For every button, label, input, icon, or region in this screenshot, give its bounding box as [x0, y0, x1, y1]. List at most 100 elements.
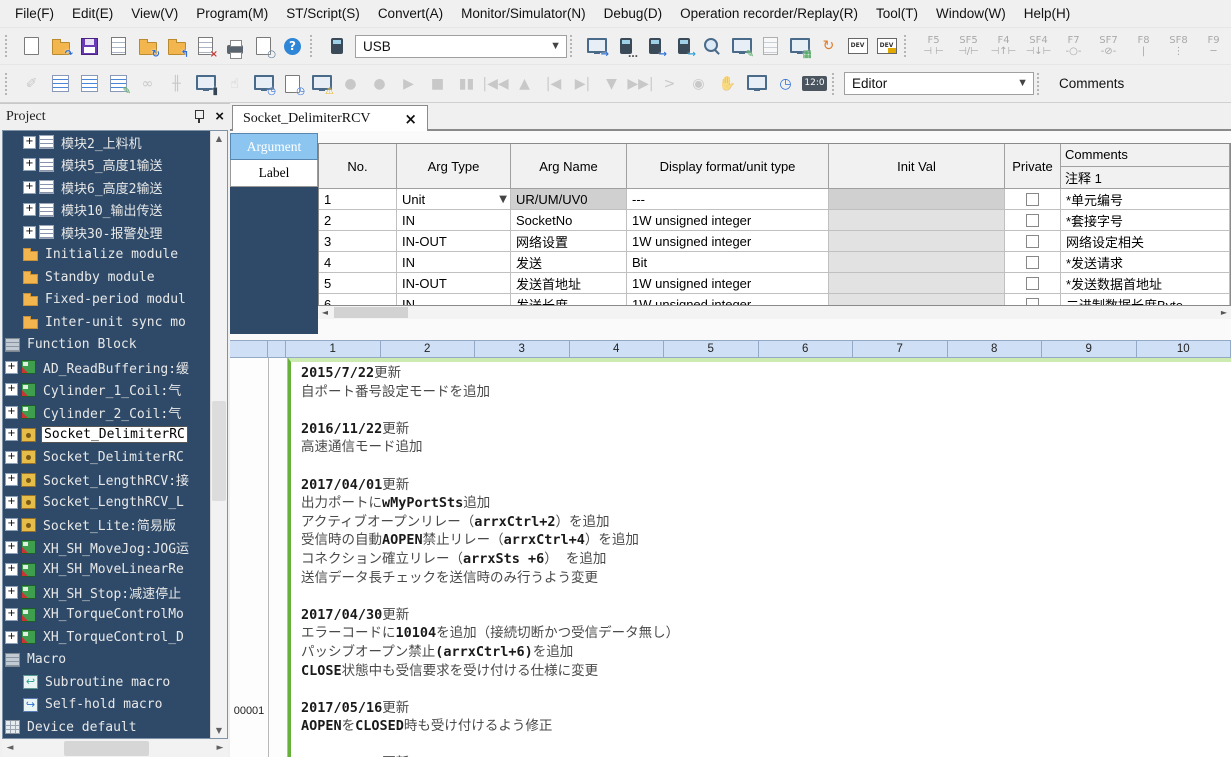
transfer-setting-button[interactable]: →	[582, 32, 611, 61]
cell-arg-name[interactable]: 发送首地址	[511, 273, 627, 294]
private-checkbox[interactable]	[1026, 256, 1039, 269]
tree-item-8[interactable]: Inter-unit sync mo	[3, 311, 227, 334]
tree-item-11[interactable]: Cylinder_1_Coil:气	[3, 379, 227, 402]
label-list-button[interactable]	[75, 69, 104, 98]
tab-close-icon[interactable]: ×	[404, 110, 417, 128]
print-preview-button[interactable]: ○	[249, 32, 278, 61]
new-ladder-button[interactable]	[104, 32, 133, 61]
mode-select[interactable]: Editor ▼	[844, 72, 1034, 95]
trace-button[interactable]: ◷	[278, 69, 307, 98]
import-ladder-button[interactable]: ↰	[162, 32, 191, 61]
new-file-button[interactable]	[17, 32, 46, 61]
expand-icon[interactable]	[23, 203, 36, 216]
cell-arg-type[interactable]: IN-OUT	[397, 231, 511, 252]
read-from-plc-button[interactable]: →	[669, 32, 698, 61]
cell-arg-name[interactable]: 网络设置	[511, 231, 627, 252]
cell-display-format[interactable]: ---	[627, 189, 829, 210]
verify-button[interactable]	[698, 32, 727, 61]
private-checkbox[interactable]	[1026, 193, 1039, 206]
tree-item-16[interactable]: Socket_LengthRCV_L	[3, 491, 227, 514]
expand-icon[interactable]	[23, 158, 36, 171]
tree-item-15[interactable]: Socket_LengthRCV:接	[3, 469, 227, 492]
menu-item-file[interactable]: File(F)	[6, 3, 63, 24]
scrollbar-thumb[interactable]	[64, 741, 149, 756]
target-device-button[interactable]	[322, 32, 351, 61]
cell-comment[interactable]: *套接字号	[1061, 210, 1230, 231]
cell-display-format[interactable]: 1W unsigned integer	[627, 273, 829, 294]
menu-item-monitorsimulator[interactable]: Monitor/Simulator(N)	[452, 3, 595, 24]
time-display-button[interactable]: 12:0	[800, 69, 829, 98]
menu-item-help[interactable]: Help(H)	[1015, 3, 1080, 24]
cell-comment[interactable]: 二进制数据长度Byte	[1061, 294, 1230, 306]
menu-item-tool[interactable]: Tool(T)	[867, 3, 927, 24]
cell-comment[interactable]: *发送请求	[1061, 252, 1230, 273]
tree-item-14[interactable]: Socket_DelimiterRC	[3, 446, 227, 469]
tree-item-4[interactable]: 模块30-报警处理	[3, 221, 227, 244]
tree-item-0[interactable]: 模块2_上料机	[3, 131, 227, 154]
menu-item-program[interactable]: Program(M)	[187, 3, 277, 24]
close-icon[interactable]: ×	[215, 109, 224, 125]
expand-icon[interactable]	[5, 541, 18, 554]
cell-display-format[interactable]: 1W unsigned integer	[627, 294, 829, 306]
expand-icon[interactable]	[5, 631, 18, 644]
tree-item-18[interactable]: XH_SH_MoveJog:JOG运	[3, 536, 227, 559]
argument-table-horizontal-scrollbar[interactable]: ◄ ►	[318, 306, 1231, 319]
tree-item-24[interactable]: Subroutine macro	[3, 671, 227, 694]
cell-init-val[interactable]	[829, 294, 1005, 306]
cell-no[interactable]: 1	[319, 189, 397, 210]
cell-no[interactable]: 3	[319, 231, 397, 252]
cell-arg-name[interactable]: SocketNo	[511, 210, 627, 231]
expand-icon[interactable]	[23, 136, 36, 149]
tree-item-6[interactable]: Standby module	[3, 266, 227, 289]
scroll-up-icon[interactable]: ▲	[211, 131, 227, 146]
cell-init-val[interactable]	[829, 231, 1005, 252]
scroll-left-icon[interactable]: ◄	[2, 740, 18, 757]
chevron-down-icon[interactable]: ▼	[499, 194, 507, 205]
delete-ladder-button[interactable]: ×	[191, 32, 220, 61]
cell-arg-type[interactable]: Unit▼	[397, 189, 511, 210]
project-tree-vertical-scrollbar[interactable]: ▲ ▼	[210, 131, 227, 738]
pin-icon[interactable]	[191, 109, 207, 125]
menu-item-stscript[interactable]: ST/Script(S)	[277, 3, 369, 24]
cell-display-format[interactable]: Bit	[627, 252, 829, 273]
cell-arg-name[interactable]: 发送	[511, 252, 627, 273]
cell-no[interactable]: 4	[319, 252, 397, 273]
cell-private[interactable]	[1005, 210, 1061, 231]
open-ladder-button[interactable]: ↻	[133, 32, 162, 61]
tree-item-2[interactable]: 模块6_高度2输送	[3, 176, 227, 199]
write-to-plc-button[interactable]: →	[640, 32, 669, 61]
tree-item-13[interactable]: Socket_DelimiterRC	[3, 424, 227, 447]
menu-item-edit[interactable]: Edit(E)	[63, 3, 122, 24]
tree-item-25[interactable]: Self-hold macro	[3, 694, 227, 717]
cell-arg-name[interactable]: 发送长度	[511, 294, 627, 306]
dev-monitor-2-button[interactable]	[872, 32, 901, 61]
expand-icon[interactable]	[5, 563, 18, 576]
tree-item-26[interactable]: Device default	[3, 716, 227, 739]
scroll-right-icon[interactable]: ►	[1217, 306, 1231, 319]
tab-argument[interactable]: Argument	[230, 133, 318, 160]
cell-init-val[interactable]	[829, 210, 1005, 231]
cell-arg-type[interactable]: IN	[397, 294, 511, 306]
tree-item-19[interactable]: XH_SH_MoveLinearRe	[3, 559, 227, 582]
tree-item-7[interactable]: Fixed-period modul	[3, 289, 227, 312]
cell-private[interactable]	[1005, 273, 1061, 294]
cell-arg-name[interactable]: UR/UM/UV0	[511, 189, 627, 210]
expand-icon[interactable]	[23, 181, 36, 194]
expand-icon[interactable]	[5, 383, 18, 396]
timer-button[interactable]: ◷	[771, 69, 800, 98]
tree-item-22[interactable]: XH_TorqueControl_D	[3, 626, 227, 649]
menu-item-view[interactable]: View(V)	[122, 3, 187, 24]
cell-arg-type[interactable]: IN	[397, 252, 511, 273]
cell-init-val[interactable]	[829, 252, 1005, 273]
online-edit-button[interactable]: ✎	[727, 32, 756, 61]
cell-display-format[interactable]: 1W unsigned integer	[627, 210, 829, 231]
project-tree-horizontal-scrollbar[interactable]: ◄ ►	[2, 740, 228, 757]
help-button[interactable]	[278, 32, 307, 61]
tree-item-12[interactable]: Cylinder_2_Coil:气	[3, 401, 227, 424]
private-checkbox[interactable]	[1026, 277, 1039, 290]
tab-socket-delimiterrcv[interactable]: Socket_DelimiterRCV ×	[232, 105, 428, 131]
private-checkbox[interactable]	[1026, 214, 1039, 227]
edit-list-button[interactable]: ✎	[104, 69, 133, 98]
menu-item-window[interactable]: Window(W)	[927, 3, 1015, 24]
expand-icon[interactable]	[5, 518, 18, 531]
